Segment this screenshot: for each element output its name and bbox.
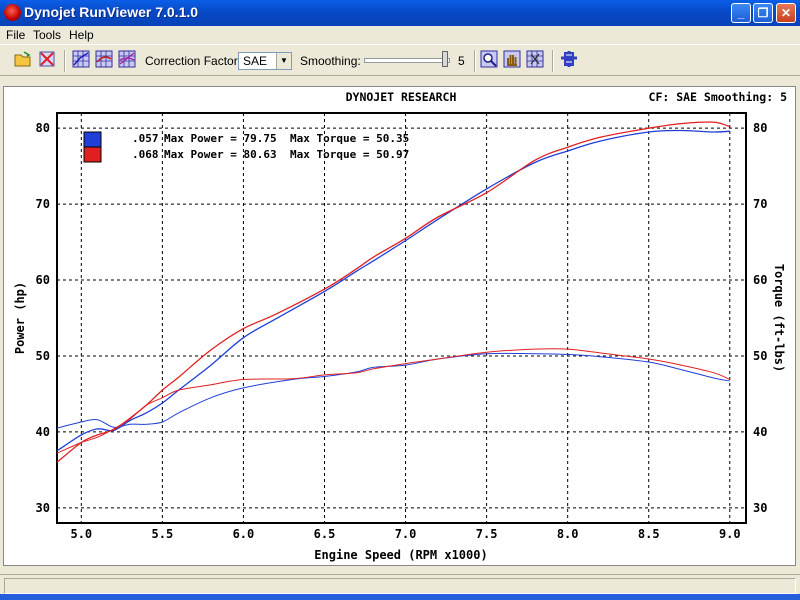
graph-torque-icon[interactable]	[95, 50, 113, 68]
legend-run1-max-power: Max Power = 79.75	[164, 132, 277, 145]
dyno-chart: DYNOJET RESEARCH CF: SAE Smoothing: 5 5.…	[13, 90, 788, 562]
correction-factor-value: SAE	[243, 54, 268, 68]
legend-run1-name: .057	[132, 132, 159, 145]
smoothing-slider[interactable]	[364, 58, 450, 63]
x-tick-label: 8.0	[557, 527, 579, 541]
x-tick-label: 6.0	[233, 527, 255, 541]
y2-axis-label: Torque (ft-lbs)	[772, 264, 786, 372]
chart-header-right: CF: SAE Smoothing: 5	[649, 90, 788, 104]
y-tick-label: 30	[36, 501, 50, 515]
pan-hand-icon[interactable]	[503, 50, 521, 68]
smoothing-label: Smoothing:	[300, 54, 361, 68]
menu-file[interactable]: File	[6, 28, 25, 42]
graph-power-icon[interactable]	[72, 50, 90, 68]
x-tick-label: 7.5	[476, 527, 498, 541]
y-tick-label: 70	[36, 197, 50, 211]
y2-tick-label: 50	[753, 349, 767, 363]
legend-swatch-run2	[83, 146, 102, 163]
menu-tools[interactable]: Tools	[33, 28, 61, 42]
open-file-icon[interactable]	[14, 50, 32, 68]
y-tick-label: 80	[36, 121, 50, 135]
legend-run2-name: .068	[132, 148, 159, 161]
x-tick-label: 5.5	[152, 527, 174, 541]
smoothing-value: 5	[458, 54, 465, 68]
y2-tick-label: 40	[753, 425, 767, 439]
legend-swatch-run1	[83, 131, 102, 148]
y-tick-label: 60	[36, 273, 50, 287]
legend-run2-max-power: Max Power = 80.63	[164, 148, 277, 161]
app-icon	[4, 4, 21, 21]
zoom-icon[interactable]	[480, 50, 498, 68]
toolbar: Correction Factor: SAE ▼ Smoothing: 5	[0, 44, 800, 76]
correction-factor-select[interactable]: SAE ▼	[238, 52, 292, 70]
title-bar: Dynojet RunViewer 7.0.1.0 _ ❐ ✕	[0, 0, 800, 26]
x-tick-label: 8.5	[638, 527, 660, 541]
chart-panel: DYNOJET RESEARCH CF: SAE Smoothing: 5 5.…	[3, 86, 796, 566]
menu-help[interactable]: Help	[69, 28, 94, 42]
x-tick-label: 9.0	[719, 527, 741, 541]
menu-bar: File Tools Help	[0, 26, 800, 44]
status-panel	[4, 578, 796, 594]
y2-tick-label: 60	[753, 273, 767, 287]
graph-both-icon[interactable]	[118, 50, 136, 68]
status-bar	[0, 574, 800, 595]
x-tick-label: 6.5	[314, 527, 336, 541]
cursor-icon[interactable]	[526, 50, 544, 68]
y2-tick-label: 80	[753, 121, 767, 135]
close-button[interactable]: ✕	[776, 3, 796, 23]
toolbar-separator	[474, 50, 476, 72]
toolbar-separator	[64, 50, 66, 72]
x-axis-label: Engine Speed (RPM x1000)	[314, 548, 487, 562]
delete-run-icon[interactable]	[38, 50, 56, 68]
legend-run1-max-torque: Max Torque = 50.35	[290, 132, 409, 145]
chevron-down-icon[interactable]: ▼	[276, 53, 291, 69]
taskbar-strip	[0, 594, 800, 600]
correction-factor-label: Correction Factor:	[145, 54, 242, 68]
y-tick-label: 50	[36, 349, 50, 363]
window-title: Dynojet RunViewer 7.0.1.0	[24, 4, 199, 20]
run-file-icon[interactable]	[560, 50, 578, 68]
toolbar-separator	[552, 50, 554, 72]
plot-area	[56, 112, 747, 524]
restore-button[interactable]: ❐	[753, 3, 773, 23]
x-tick-label: 5.0	[70, 527, 92, 541]
y-axis-label: Power (hp)	[13, 282, 27, 354]
chart-header: DYNOJET RESEARCH	[346, 90, 457, 104]
legend-run2-max-torque: Max Torque = 50.97	[290, 148, 409, 161]
y2-tick-label: 30	[753, 501, 767, 515]
minimize-button[interactable]: _	[731, 3, 751, 23]
smoothing-slider-thumb[interactable]	[442, 51, 448, 67]
y-tick-label: 40	[36, 425, 50, 439]
x-tick-label: 7.0	[395, 527, 417, 541]
y2-tick-label: 70	[753, 197, 767, 211]
